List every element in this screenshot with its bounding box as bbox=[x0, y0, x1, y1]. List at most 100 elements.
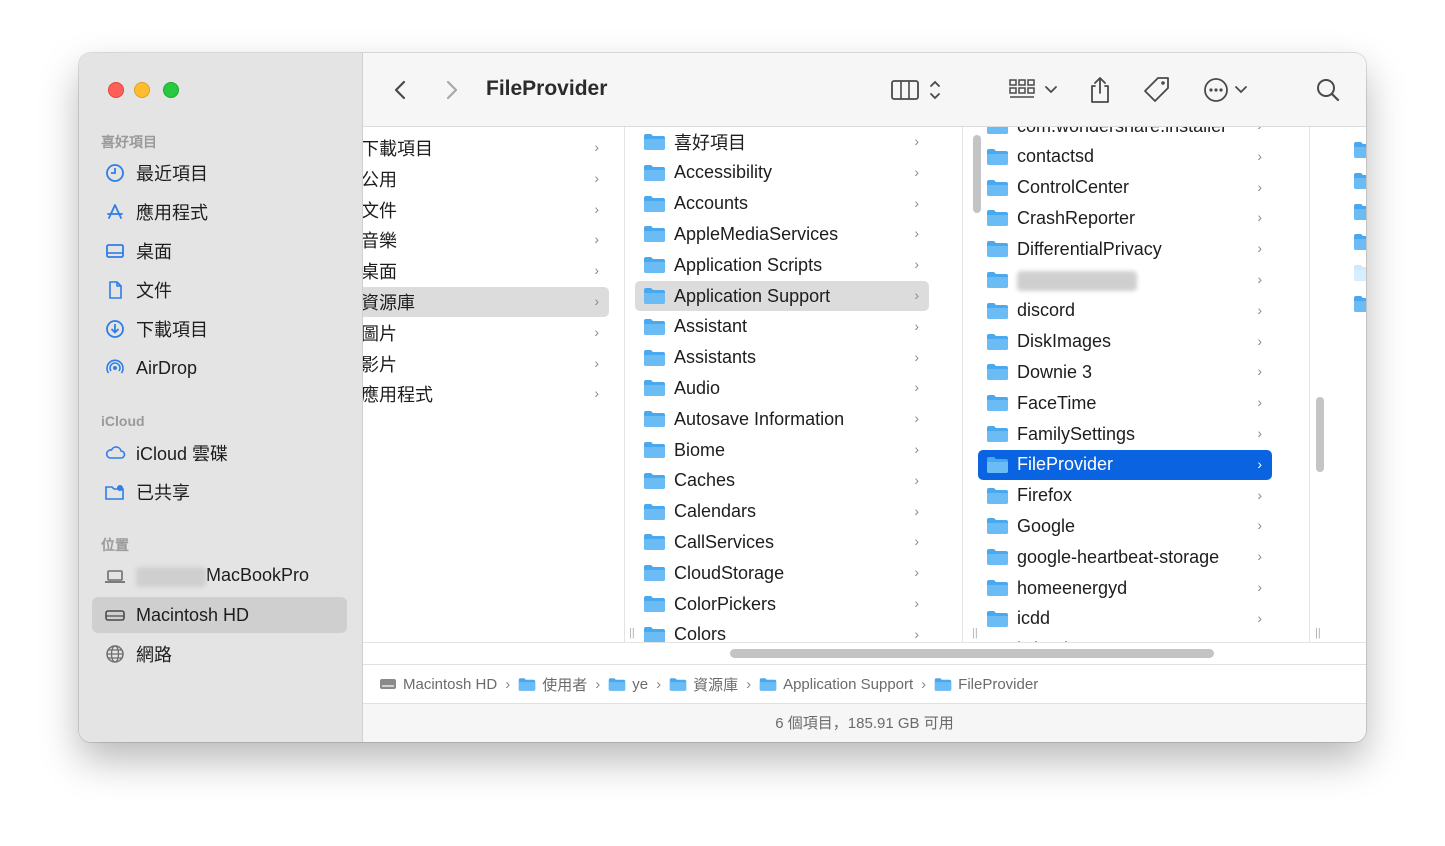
breadcrumb-item[interactable]: Application Support bbox=[759, 676, 913, 693]
list-item[interactable]: 桌面 › bbox=[363, 256, 609, 286]
list-item[interactable]: homeenergyd › bbox=[978, 573, 1272, 603]
list-item[interactable]: Caches › bbox=[635, 466, 929, 496]
close-window-button[interactable] bbox=[108, 82, 124, 98]
folder-icon[interactable] bbox=[1353, 264, 1366, 282]
column-resize-handle[interactable]: || bbox=[629, 627, 635, 639]
list-item[interactable]: CallServices › bbox=[635, 527, 929, 557]
list-item[interactable]: 文件 › bbox=[363, 195, 609, 225]
back-button[interactable] bbox=[391, 73, 411, 107]
list-item[interactable]: discord › bbox=[978, 296, 1272, 326]
folder-icon[interactable] bbox=[1353, 141, 1366, 159]
sidebar-section-favorites: 喜好項目 bbox=[101, 134, 157, 150]
group-button[interactable] bbox=[1008, 73, 1064, 107]
list-item[interactable]: icdd › bbox=[978, 604, 1272, 634]
list-item[interactable]: Accounts › bbox=[635, 189, 929, 219]
sidebar-item-desktop[interactable]: 桌面 bbox=[92, 233, 347, 269]
list-item[interactable]: FamilySettings › bbox=[978, 419, 1272, 449]
list-item[interactable]: 應用程式 › bbox=[363, 379, 609, 409]
list-item[interactable]: ControlCenter › bbox=[978, 173, 1272, 203]
list-item[interactable]: Assistants › bbox=[635, 343, 929, 373]
shared-folder-icon bbox=[104, 481, 126, 503]
folder-icon[interactable] bbox=[1353, 203, 1366, 221]
view-mode-button[interactable] bbox=[890, 73, 944, 107]
sidebar-item-downloads[interactable]: 下載項目 bbox=[92, 311, 347, 347]
list-item[interactable]: 圖片 › bbox=[363, 318, 609, 348]
list-item[interactable]: 公用 › bbox=[363, 164, 609, 194]
list-item[interactable]: Google › bbox=[978, 511, 1272, 541]
chevron-right-icon: › bbox=[1257, 548, 1262, 565]
list-item[interactable]: Firefox › bbox=[978, 481, 1272, 511]
list-item[interactable]: Downie 3 › bbox=[978, 357, 1272, 387]
list-item[interactable]: 音樂 › bbox=[363, 225, 609, 255]
grid-icon bbox=[1009, 79, 1057, 98]
list-item[interactable]: Application Scripts › bbox=[635, 250, 929, 280]
list-item[interactable]: contactsd › bbox=[978, 142, 1272, 172]
list-item[interactable]: google-heartbeat-storage › bbox=[978, 542, 1272, 572]
list-item[interactable]: Application Support › bbox=[635, 281, 929, 311]
forward-button[interactable] bbox=[441, 73, 461, 107]
list-item[interactable]: Assistant › bbox=[635, 312, 929, 342]
sidebar-item-macbookpro[interactable]: MacBookPro bbox=[92, 558, 347, 594]
breadcrumb-item[interactable]: 資源庫 bbox=[669, 674, 738, 695]
list-item[interactable]: 資源庫 › bbox=[363, 287, 609, 317]
list-item[interactable]: Calendars › bbox=[635, 497, 929, 527]
horizontal-scrollbar[interactable] bbox=[730, 649, 1214, 658]
list-item[interactable]: Autosave Information › bbox=[635, 404, 929, 434]
breadcrumb-item[interactable]: FileProvider bbox=[934, 676, 1038, 693]
sidebar-item-shared[interactable]: 已共享 bbox=[92, 474, 347, 510]
chevron-right-icon: › bbox=[594, 231, 599, 248]
column-resize-handle[interactable]: || bbox=[972, 627, 978, 639]
list-item[interactable]: › bbox=[978, 265, 1272, 295]
folder-icon bbox=[643, 164, 674, 182]
search-button[interactable] bbox=[1314, 73, 1342, 107]
list-item[interactable]: DifferentialPrivacy › bbox=[978, 234, 1272, 264]
folder-icon bbox=[518, 677, 536, 692]
list-item[interactable]: com.wondershare.installer › bbox=[978, 127, 1272, 141]
folder-icon bbox=[643, 564, 674, 582]
sidebar-item-network[interactable]: 網路 bbox=[92, 636, 347, 672]
folder-icon[interactable] bbox=[1353, 233, 1366, 251]
zoom-window-button[interactable] bbox=[163, 82, 179, 98]
list-item[interactable]: CrashReporter › bbox=[978, 203, 1272, 233]
list-item[interactable]: 影片 › bbox=[363, 349, 609, 379]
folder-icon[interactable] bbox=[1353, 295, 1366, 313]
list-item[interactable]: FaceTime › bbox=[978, 388, 1272, 418]
list-item[interactable]: FileProvider › bbox=[978, 449, 1272, 480]
chevron-right-icon: › bbox=[914, 564, 919, 581]
list-item[interactable]: AppleMediaServices › bbox=[635, 219, 929, 249]
share-button[interactable] bbox=[1087, 73, 1113, 107]
action-menu-button[interactable] bbox=[1203, 73, 1253, 107]
list-item-label: Caches bbox=[674, 470, 736, 491]
breadcrumb-item[interactable]: ye bbox=[608, 676, 648, 693]
breadcrumb-item[interactable]: 使用者 bbox=[518, 674, 587, 695]
columns-view-icon bbox=[891, 80, 940, 100]
folder-icon[interactable] bbox=[1353, 172, 1366, 190]
list-item[interactable]: iCloud› bbox=[978, 635, 1272, 642]
folder-icon bbox=[986, 240, 1017, 258]
list-item[interactable]: ColorPickers › bbox=[635, 589, 929, 619]
list-item[interactable]: DiskImages › bbox=[978, 327, 1272, 357]
sidebar-item-icloud-drive[interactable]: iCloud 雲碟 bbox=[92, 435, 347, 471]
list-item[interactable]: Accessibility › bbox=[635, 158, 929, 188]
sidebar-item-documents[interactable]: 文件 bbox=[92, 272, 347, 308]
list-item[interactable]: Audio › bbox=[635, 373, 929, 403]
breadcrumb-item[interactable]: Macintosh HD bbox=[379, 676, 497, 693]
sidebar-item-label: 應用程式 bbox=[136, 203, 208, 223]
minimize-window-button[interactable] bbox=[134, 82, 150, 98]
list-item[interactable]: Colors › bbox=[635, 620, 929, 642]
column-resize-handle[interactable]: || bbox=[1315, 627, 1321, 639]
sidebar-item-applications[interactable]: 應用程式 bbox=[92, 194, 347, 230]
chevron-right-icon: › bbox=[594, 293, 599, 309]
list-item[interactable]: 喜好項目 › bbox=[635, 127, 929, 157]
sidebar-item-macintosh-hd[interactable]: Macintosh HD bbox=[92, 597, 347, 633]
list-item[interactable]: Biome › bbox=[635, 435, 929, 465]
sidebar-item-recents[interactable]: 最近項目 bbox=[92, 155, 347, 191]
chevron-right-icon: › bbox=[914, 225, 919, 242]
sidebar-item-airdrop[interactable]: AirDrop bbox=[92, 350, 347, 386]
tag-button[interactable] bbox=[1142, 73, 1172, 107]
list-item[interactable]: CloudStorage › bbox=[635, 558, 929, 588]
column-scrollbar[interactable] bbox=[1316, 397, 1324, 472]
sidebar-item-label: Macintosh HD bbox=[136, 604, 250, 625]
list-item[interactable]: 下載項目 › bbox=[363, 133, 609, 163]
column-scrollbar[interactable] bbox=[973, 135, 981, 213]
